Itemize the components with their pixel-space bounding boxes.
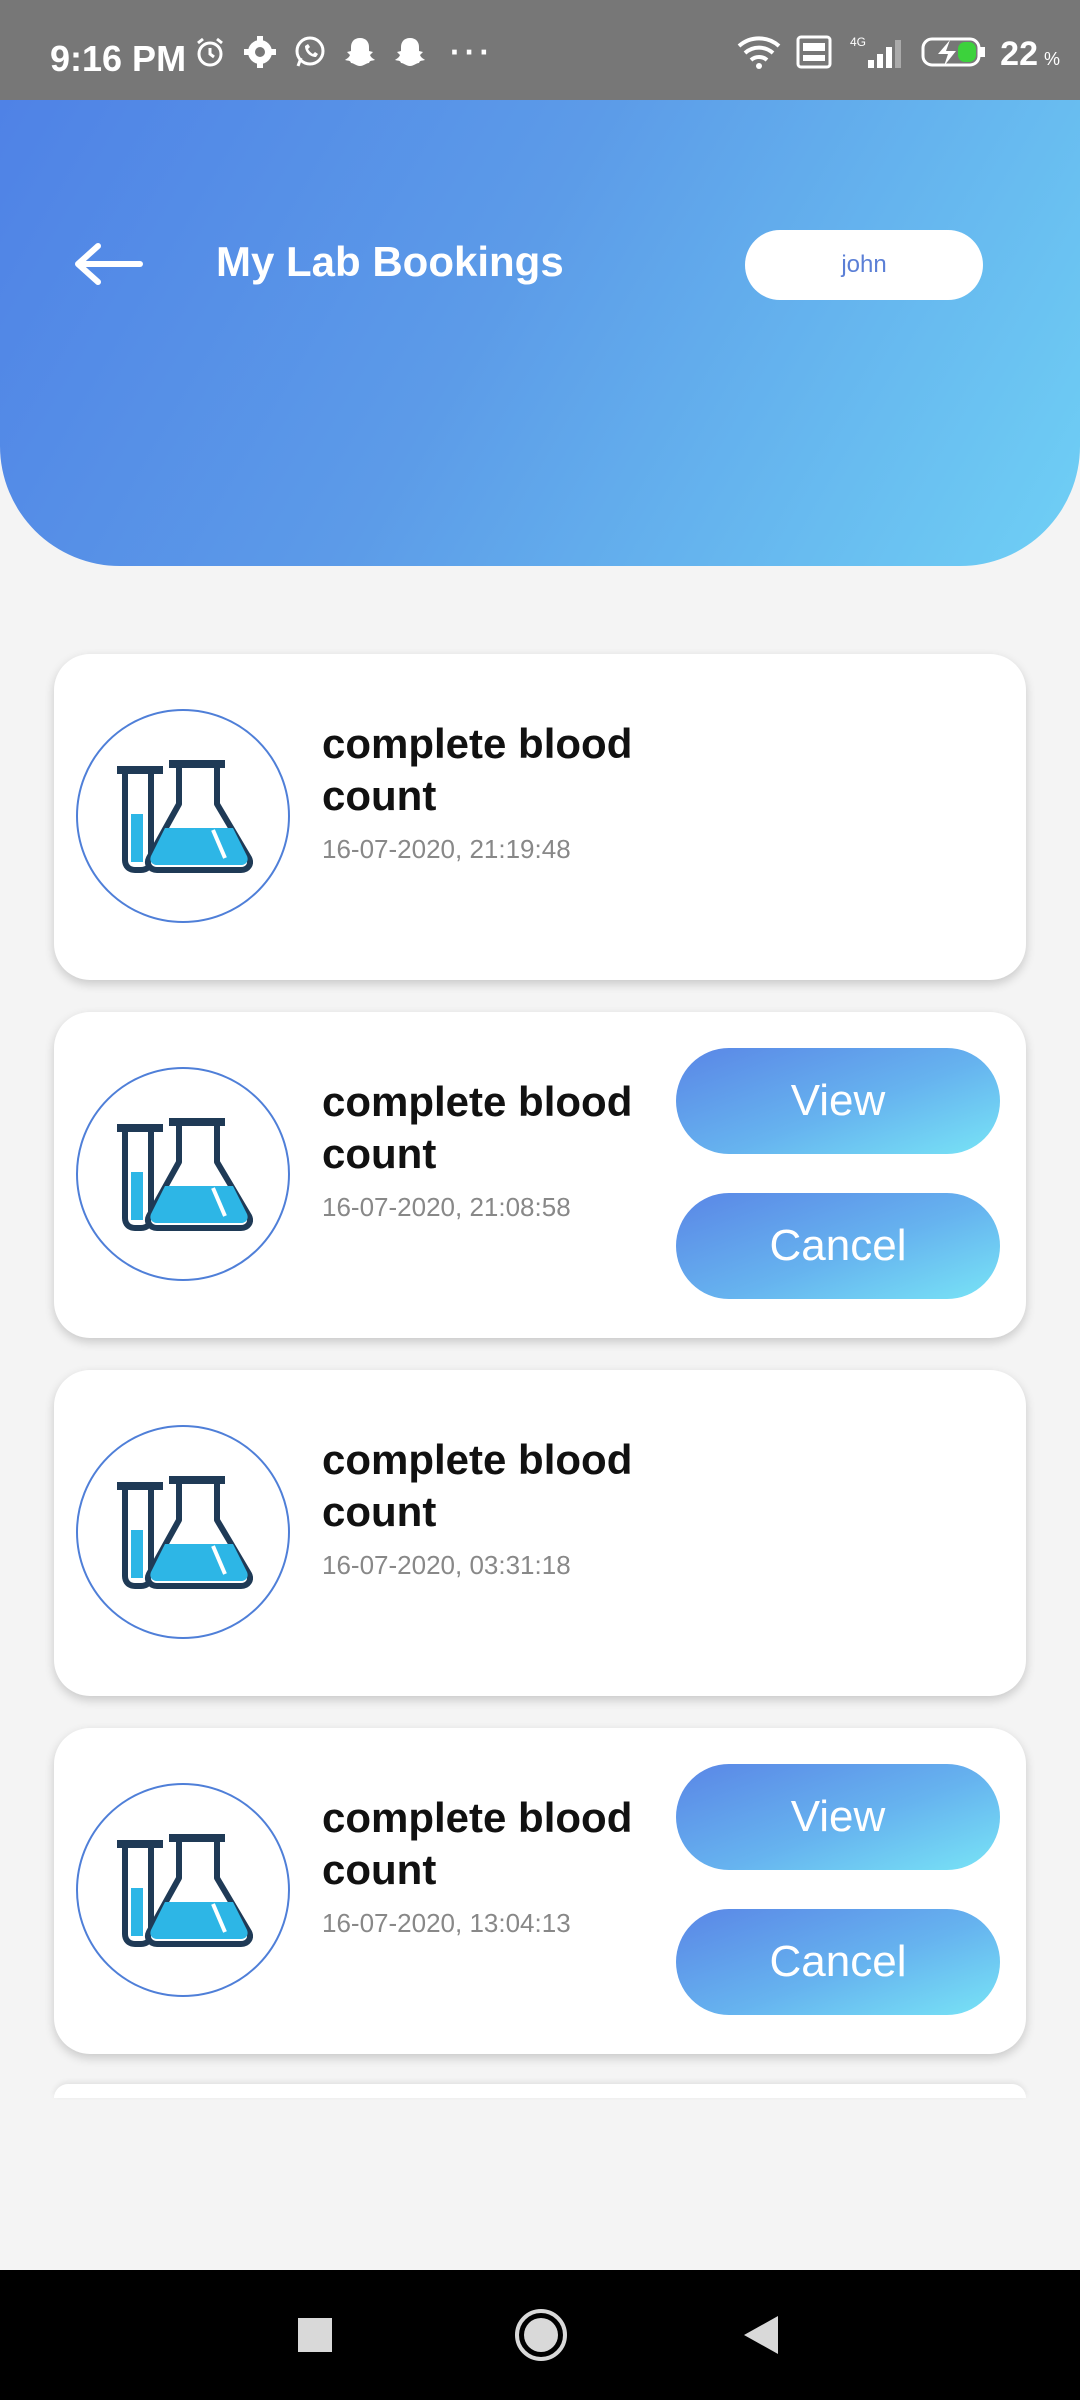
view-button[interactable]: View bbox=[676, 1048, 1000, 1154]
system-nav-bar bbox=[0, 2270, 1080, 2400]
snapchat-icon bbox=[392, 34, 428, 70]
booking-datetime: 16-07-2020, 21:19:48 bbox=[322, 834, 571, 864]
battery-percent: 22 bbox=[1000, 35, 1038, 73]
back-button[interactable] bbox=[72, 240, 144, 288]
booking-datetime: 16-07-2020, 13:04:13 bbox=[322, 1908, 571, 1938]
home-button[interactable] bbox=[512, 2306, 570, 2364]
booking-card: complete blood count 16-07-2020, 13:04:1… bbox=[54, 1728, 1026, 2054]
booking-title: complete blood count bbox=[322, 1078, 633, 1177]
status-bar: 9:16 PM ··· 4G 22 % bbox=[0, 0, 1080, 100]
lab-avatar bbox=[76, 709, 290, 923]
status-time: 9:16 PM bbox=[50, 38, 187, 79]
booking-title: complete blood count bbox=[322, 720, 633, 819]
cancel-button[interactable]: Cancel bbox=[676, 1193, 1000, 1299]
booking-card: complete blood count 16-07-2020, 21:19:4… bbox=[54, 654, 1026, 980]
back-nav-button[interactable] bbox=[738, 2310, 788, 2360]
lab-flask-icon bbox=[117, 760, 253, 873]
booking-title: complete blood count bbox=[322, 1436, 633, 1535]
lab-avatar bbox=[76, 1783, 290, 1997]
cancel-button[interactable]: Cancel bbox=[676, 1909, 1000, 2015]
battery-charging-icon bbox=[920, 34, 986, 75]
lab-flask-icon bbox=[117, 1476, 253, 1589]
lab-avatar bbox=[76, 1067, 290, 1281]
battery-percent-unit: % bbox=[1043, 49, 1060, 69]
header-banner: My Lab Bookings john bbox=[0, 100, 1080, 566]
more-dots-icon: ··· bbox=[450, 34, 494, 70]
status-icons-right: 4G 22 % bbox=[736, 34, 1060, 75]
recents-button[interactable] bbox=[290, 2310, 340, 2360]
user-pill[interactable]: john bbox=[745, 230, 983, 300]
lab-flask-icon bbox=[117, 1118, 253, 1231]
whatsapp-icon bbox=[292, 34, 328, 70]
volte-icon bbox=[796, 35, 832, 74]
recents-square-icon bbox=[298, 2318, 332, 2352]
back-triangle-icon bbox=[744, 2316, 778, 2354]
lab-avatar bbox=[76, 1425, 290, 1639]
svg-text:4G: 4G bbox=[850, 35, 866, 49]
view-button[interactable]: View bbox=[676, 1764, 1000, 1870]
page-title: My Lab Bookings bbox=[216, 238, 564, 285]
arrow-left-icon bbox=[75, 243, 143, 285]
lab-flask-icon bbox=[117, 1834, 253, 1947]
settings-icon bbox=[242, 34, 278, 70]
home-circle-icon bbox=[515, 2309, 567, 2361]
booking-datetime: 16-07-2020, 21:08:58 bbox=[322, 1192, 571, 1222]
alarm-icon bbox=[192, 34, 228, 70]
booking-card-partial bbox=[54, 2084, 1026, 2098]
booking-datetime: 16-07-2020, 03:31:18 bbox=[322, 1550, 571, 1580]
booking-title: complete blood count bbox=[322, 1794, 633, 1893]
wifi-icon bbox=[736, 34, 782, 75]
signal-4g-icon: 4G bbox=[846, 34, 906, 75]
booking-card: complete blood count 16-07-2020, 21:08:5… bbox=[54, 1012, 1026, 1338]
snapchat-icon bbox=[342, 34, 378, 70]
status-icons-left: ··· bbox=[192, 34, 494, 70]
booking-card: complete blood count 16-07-2020, 03:31:1… bbox=[54, 1370, 1026, 1696]
